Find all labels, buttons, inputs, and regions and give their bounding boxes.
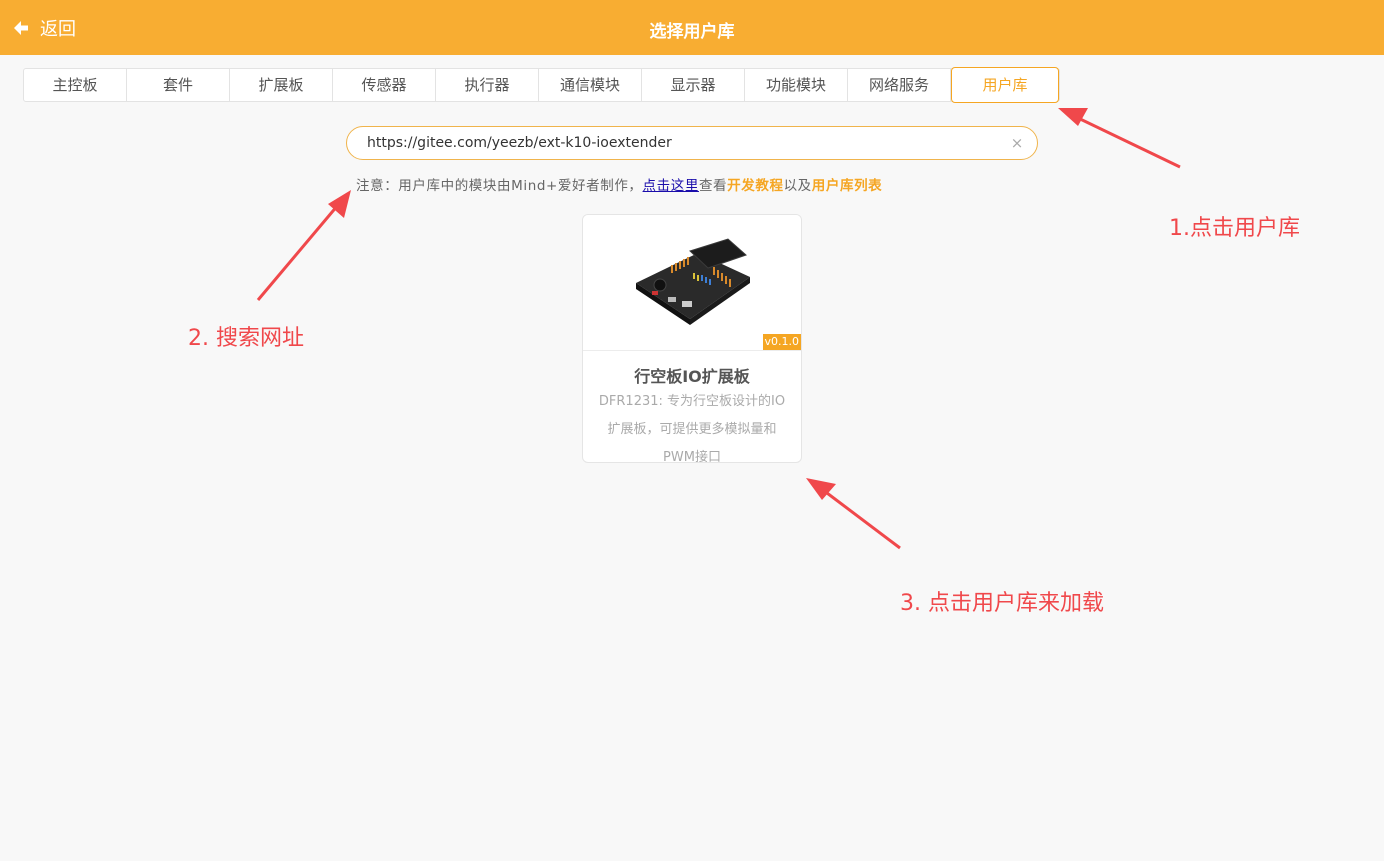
arrow-step3 — [806, 478, 901, 550]
arrow-step2 — [256, 190, 351, 301]
arrow-step1 — [1058, 108, 1181, 169]
annotation-arrows — [256, 108, 1181, 550]
